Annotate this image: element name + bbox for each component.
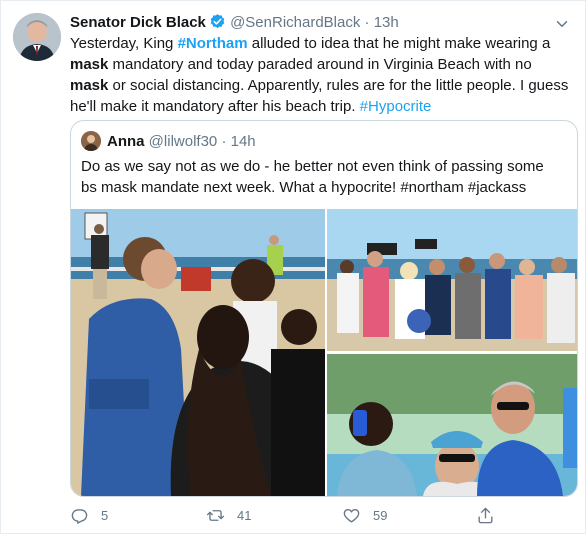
tweet-text-part: mandatory and today paraded around in Vi…: [108, 56, 532, 73]
retweet-icon: [206, 509, 225, 521]
separator-dot: ·: [364, 14, 370, 31]
tweet-text: Yesterday, King #Northam alluded to idea…: [70, 33, 570, 117]
tweet-text-part: alluded to idea that he might make weari…: [247, 35, 551, 52]
tweet-timestamp[interactable]: 13h: [374, 14, 399, 31]
quoted-tweet[interactable]: Anna @lilwolf30 · 14h Do as we say not a…: [70, 120, 578, 497]
author-name[interactable]: Senator Dick Black: [70, 14, 206, 31]
quoted-author-name[interactable]: Anna: [107, 133, 145, 150]
hashtag-northam-link[interactable]: #Northam: [178, 35, 248, 52]
separator-dot: ·: [221, 133, 227, 150]
action-bar: 5 41 59: [70, 504, 560, 526]
reply-icon: [71, 508, 88, 524]
tweet-text-part: Yesterday, King: [70, 35, 178, 52]
quoted-author-avatar[interactable]: [81, 131, 101, 151]
retweet-count: 41: [237, 507, 252, 523]
tweet-text-part: or social distancing. Apparently, rules …: [70, 77, 569, 115]
retweet-button[interactable]: 41: [206, 504, 251, 526]
share-button[interactable]: [476, 504, 507, 526]
quoted-author-handle[interactable]: @lilwolf30: [149, 133, 218, 150]
tweet-header: Senator Dick Black @SenRichardBlack · 13…: [70, 13, 399, 33]
author-avatar[interactable]: [13, 13, 61, 61]
chevron-down-icon[interactable]: [553, 15, 571, 33]
reply-button[interactable]: 5: [70, 504, 108, 526]
photo-boardwalk[interactable]: [71, 209, 325, 496]
photo-crowd-cameras[interactable]: [327, 209, 577, 351]
heart-icon: [343, 508, 360, 523]
like-button[interactable]: 59: [342, 504, 387, 526]
tweet-text-bold: mask: [70, 56, 109, 73]
reply-count: 5: [101, 507, 109, 523]
like-count: 59: [373, 507, 388, 523]
verified-badge-icon: [209, 13, 226, 30]
quoted-header: Anna @lilwolf30 · 14h: [107, 132, 256, 152]
tweet-card[interactable]: Senator Dick Black @SenRichardBlack · 13…: [0, 0, 586, 534]
photo-selfie[interactable]: [327, 354, 577, 496]
share-icon: [478, 507, 493, 523]
author-handle[interactable]: @SenRichardBlack: [230, 14, 360, 31]
photo-grid: [71, 209, 577, 496]
hashtag-hypocrite-link[interactable]: #Hypocrite: [360, 98, 432, 115]
quoted-timestamp[interactable]: 14h: [231, 133, 256, 150]
quoted-tweet-text: Do as we say not as we do - he better no…: [81, 158, 544, 196]
tweet-text-bold: mask: [70, 77, 109, 94]
